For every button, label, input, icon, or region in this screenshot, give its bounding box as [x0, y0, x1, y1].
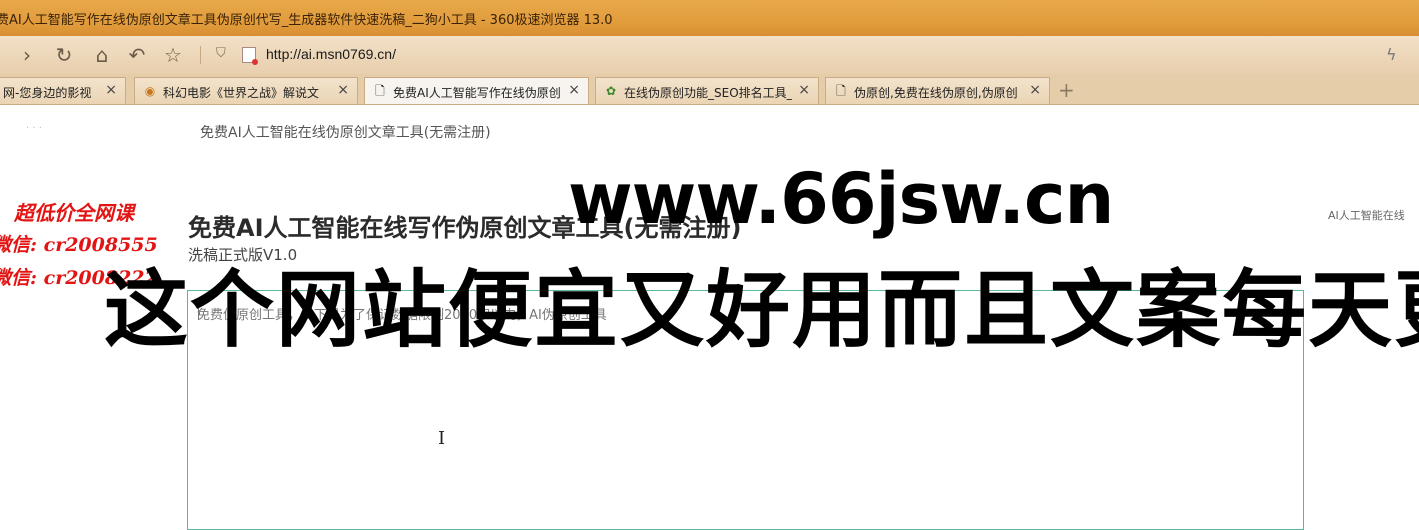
browser-toolbar: › ↻ ⌂ ↶ ☆ ⛉ http://ai.msn0769.cn/ ϟ	[0, 36, 1419, 75]
faint-dots: · · ·	[26, 123, 42, 134]
tab-4[interactable]: ✿ 在线伪原创功能_SEO排名工具_ ×	[595, 77, 819, 104]
tab-2[interactable]: ◉ 科幻电影《世界之战》解说文 ×	[134, 77, 358, 104]
film-icon: ◉	[144, 84, 156, 98]
tab-label: 在线伪原创功能_SEO排名工具_	[624, 86, 792, 100]
page-icon	[242, 47, 258, 65]
seo-tool-icon: ✿	[605, 84, 617, 98]
close-icon[interactable]: ×	[1029, 82, 1041, 98]
refresh-icon[interactable]: ↻	[51, 42, 77, 68]
undo-icon[interactable]: ↶	[124, 42, 150, 68]
bolt-icon[interactable]: ϟ	[1386, 45, 1397, 64]
tab-3[interactable]: 🗋 免费AI人工智能写作在线伪原创 ×	[364, 77, 589, 104]
watermark-url: www.66jsw.cn	[568, 158, 1114, 240]
tab-label: 科幻电影《世界之战》解说文	[163, 86, 320, 100]
window-title: 费AI人工智能写作在线伪原创文章工具伪原创代写_生成器软件快速洗稿_二狗小工具 …	[0, 13, 613, 28]
forward-icon[interactable]: ›	[14, 42, 40, 68]
text-cursor-icon: I	[438, 428, 446, 449]
close-icon[interactable]: ×	[798, 82, 810, 98]
address-url[interactable]: http://ai.msn0769.cn/	[266, 46, 396, 62]
new-tab-icon[interactable]: +	[1058, 78, 1075, 102]
shield-icon: ⛉	[216, 46, 226, 61]
window-titlebar: 费AI人工智能写作在线伪原创文章工具伪原创代写_生成器软件快速洗稿_二狗小工具 …	[0, 0, 1419, 36]
home-icon[interactable]: ⌂	[89, 42, 115, 68]
promo-line-1: 超低价全网课	[14, 201, 134, 225]
tab-strip: 网-您身边的影视 × ◉ 科幻电影《世界之战》解说文 × 🗋 免费AI人工智能写…	[0, 74, 1419, 105]
tab-label: 网-您身边的影视	[3, 86, 92, 100]
close-icon[interactable]: ×	[337, 82, 349, 98]
tab-1[interactable]: 网-您身边的影视 ×	[0, 77, 126, 104]
address-bar[interactable]: ⛉ http://ai.msn0769.cn/	[212, 44, 1362, 66]
tab-label: 伪原创,免费在线伪原创,伪原创	[854, 86, 1018, 100]
document-icon: 🗋	[375, 84, 385, 98]
tab-label: 免费AI人工智能写作在线伪原创	[393, 86, 561, 100]
tab-5[interactable]: 🗋 伪原创,免费在线伪原创,伪原创 ×	[825, 77, 1050, 104]
close-icon[interactable]: ×	[568, 82, 580, 98]
close-icon[interactable]: ×	[105, 82, 117, 98]
document-icon: 🗋	[836, 84, 846, 98]
toolbar-divider	[200, 46, 201, 64]
page-subheading: 免费AI人工智能在线伪原创文章工具(无需注册)	[200, 125, 491, 141]
star-icon[interactable]: ☆	[160, 42, 186, 68]
side-link[interactable]: AI人工智能在线	[1328, 207, 1405, 223]
watermark-caption: 这个网站便宜又好用而且文案每天更	[104, 261, 1419, 359]
